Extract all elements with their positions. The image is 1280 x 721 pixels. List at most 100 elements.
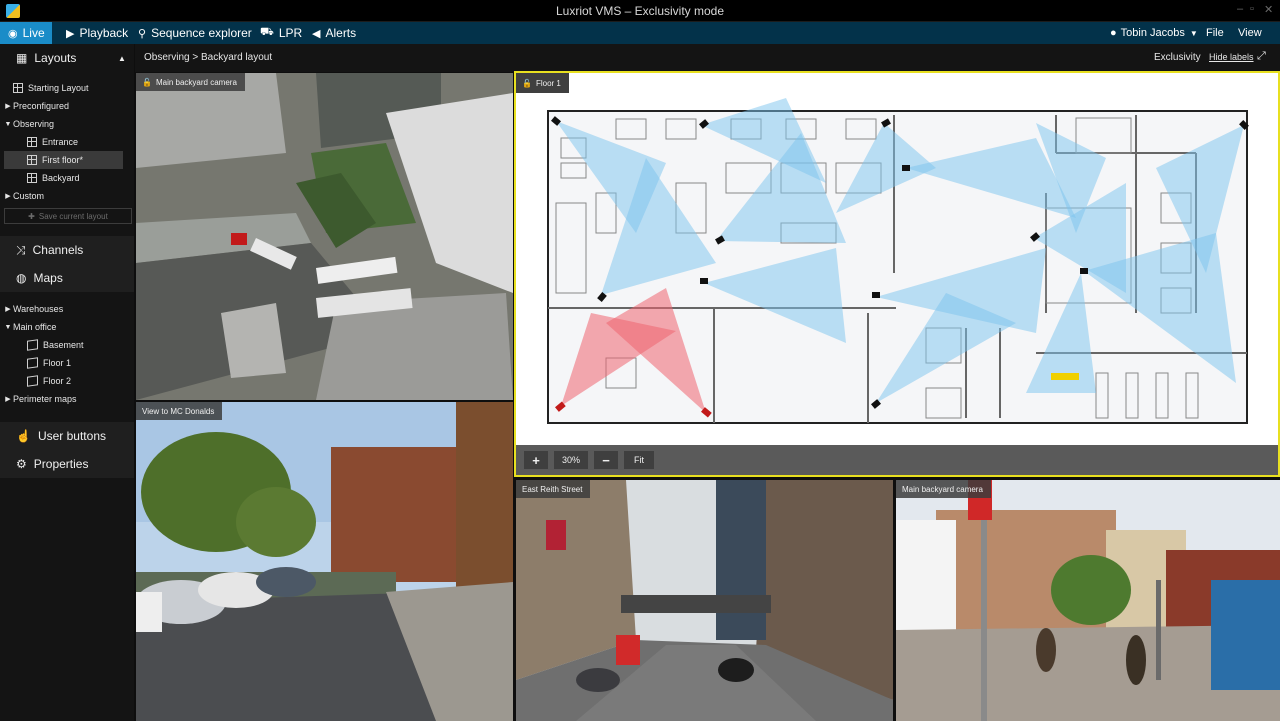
breadcrumb-bar: Observing > Backyard layout Exclusivity …	[135, 44, 1280, 72]
layout-item-label: Backyard	[42, 173, 80, 183]
save-layout-button[interactable]: ✚ Save current layout	[4, 208, 132, 224]
fullscreen-icon[interactable]: ⤢	[1257, 50, 1266, 63]
map-toolbar: + 30% − Fit	[516, 445, 1278, 475]
maximize-icon[interactable]: ▫	[1250, 3, 1254, 15]
floor-plan-map[interactable]	[516, 73, 1278, 445]
gears-icon: ⚙	[16, 457, 27, 471]
eye-icon: ◉	[8, 27, 18, 40]
tab-alerts[interactable]: ◀ Alerts	[304, 22, 364, 44]
tile-label-text: Main backyard camera	[902, 484, 983, 494]
video-tile-mc-donalds[interactable]: View to MC Donalds	[136, 402, 513, 721]
user-name: Tobin Jacobs	[1120, 27, 1185, 39]
layouts-header[interactable]: ▦ Layouts ▲	[0, 44, 134, 72]
video-tile-east-reith-street[interactable]: East Reith Street	[516, 480, 893, 721]
properties-header[interactable]: ⚙ Properties	[0, 450, 134, 478]
layout-folder-custom[interactable]: ▶ Custom	[0, 187, 134, 205]
map-folder-label: Perimeter maps	[13, 394, 77, 404]
tile-label: View to MC Donalds	[136, 402, 223, 420]
close-icon[interactable]: ✕	[1264, 3, 1273, 16]
tab-live-label: Live	[22, 26, 45, 40]
video-tile-main-backyard-2[interactable]: Main backyard camera	[896, 480, 1280, 721]
channels-label: Channels	[32, 243, 84, 257]
tab-sequence-explorer-label: Sequence explorer	[151, 26, 252, 40]
map-item-label: Basement	[43, 340, 84, 350]
zoom-out-button[interactable]: −	[594, 451, 618, 469]
channels-header[interactable]: ⤨ Channels	[0, 236, 134, 264]
map-folder-perimeter[interactable]: ▶ Perimeter maps	[0, 390, 134, 408]
megaphone-icon: ◀	[312, 27, 321, 40]
video-tile-main-backyard[interactable]: 🔓 Main backyard camera	[136, 73, 513, 400]
layout-item-entrance[interactable]: Entrance	[0, 133, 134, 151]
camera-feed-city	[516, 480, 893, 721]
grid-icon: ▦	[16, 51, 28, 65]
camera-feed-aerial	[136, 73, 513, 400]
user-icon: ●	[1110, 27, 1117, 39]
layout-grid-icon	[27, 137, 37, 147]
tab-alerts-label: Alerts	[325, 26, 357, 40]
tab-playback[interactable]: ▶ Playback	[58, 22, 136, 44]
file-menu[interactable]: File	[1206, 22, 1224, 44]
title-bar: Luxriot VMS – Exclusivity mode – ▫ ✕	[0, 0, 1280, 22]
tab-sequence-explorer[interactable]: ⚲ Sequence explorer	[130, 22, 260, 44]
layout-grid-icon	[27, 173, 37, 183]
lock-open-icon: 🔓	[142, 77, 152, 87]
map-tile-floor-1[interactable]: 🔓 Floor 1 + 30% − Fit	[514, 71, 1280, 477]
camera-feed-plaza	[896, 480, 1280, 721]
layout-grid-icon	[13, 83, 23, 93]
layout-item-label: Entrance	[42, 137, 79, 147]
breadcrumb: Observing > Backyard layout	[144, 52, 273, 63]
chevron-down-icon: ▼	[1189, 28, 1198, 38]
layout-item-backyard[interactable]: Backyard	[0, 169, 134, 187]
shuffle-icon: ⤨	[16, 242, 26, 257]
caret-down-icon: ▼	[4, 323, 12, 331]
map-icon	[27, 375, 38, 387]
car-icon: ⛟	[260, 26, 274, 38]
tab-lpr[interactable]: ⛟ LPR	[252, 22, 310, 44]
caret-down-icon: ▼	[4, 120, 12, 128]
tab-lpr-label: LPR	[278, 26, 303, 40]
caret-right-icon: ▶	[5, 103, 11, 110]
caret-right-icon: ▶	[5, 306, 11, 313]
caret-right-icon: ▶	[5, 396, 11, 403]
hand-pointer-icon: ☝	[16, 429, 31, 443]
properties-label: Properties	[33, 457, 89, 471]
tile-label: Main backyard camera	[896, 480, 991, 498]
map-folder-main-office[interactable]: ▼ Main office	[0, 318, 134, 336]
play-icon: ▶	[66, 27, 75, 40]
view-menu[interactable]: View	[1238, 22, 1262, 44]
maps-header[interactable]: ◍ Maps	[0, 264, 134, 292]
lock-open-icon: 🔓	[522, 78, 532, 88]
tile-label-text: View to MC Donalds	[142, 406, 215, 416]
zoom-in-button[interactable]: +	[524, 451, 548, 469]
map-item-floor-2[interactable]: Floor 2	[0, 372, 134, 390]
layout-folder-label: Custom	[13, 191, 45, 201]
globe-icon: ◍	[16, 271, 27, 285]
window-title: Luxriot VMS – Exclusivity mode	[555, 4, 725, 18]
user-menu[interactable]: ● Tobin Jacobs ▼	[1110, 22, 1198, 44]
layout-folder-preconfigured[interactable]: ▶ Preconfigured	[0, 97, 134, 115]
binoculars-icon: ⚲	[138, 27, 147, 40]
layout-grid-icon	[27, 155, 37, 165]
map-item-label: Floor 1	[43, 358, 72, 368]
user-buttons-header[interactable]: ☝ User buttons	[0, 422, 134, 450]
map-folder-label: Warehouses	[13, 304, 64, 314]
plus-icon: ✚	[28, 211, 35, 221]
layout-item-first-floor[interactable]: First floor*	[4, 151, 123, 169]
camera-feed-street	[136, 402, 513, 721]
map-item-basement[interactable]: Basement	[0, 336, 134, 354]
map-icon	[27, 339, 38, 351]
layout-item-starting[interactable]: Starting Layout	[0, 79, 134, 97]
tile-label: 🔓 Main backyard camera	[136, 73, 245, 91]
fit-button[interactable]: Fit	[624, 451, 654, 469]
maps-label: Maps	[33, 271, 63, 285]
map-folder-warehouses[interactable]: ▶ Warehouses	[0, 300, 134, 318]
tile-label: 🔓 Floor 1	[516, 73, 569, 93]
map-folder-label: Main office	[13, 322, 57, 332]
layout-item-label: First floor*	[42, 155, 84, 165]
hide-labels-link[interactable]: Hide labels	[1209, 52, 1254, 62]
map-icon	[27, 357, 38, 369]
map-item-floor-1[interactable]: Floor 1	[0, 354, 134, 372]
tab-live[interactable]: ◉ Live	[0, 22, 52, 44]
layout-folder-observing[interactable]: ▼ Observing	[0, 115, 134, 133]
minimize-icon[interactable]: –	[1237, 3, 1243, 15]
